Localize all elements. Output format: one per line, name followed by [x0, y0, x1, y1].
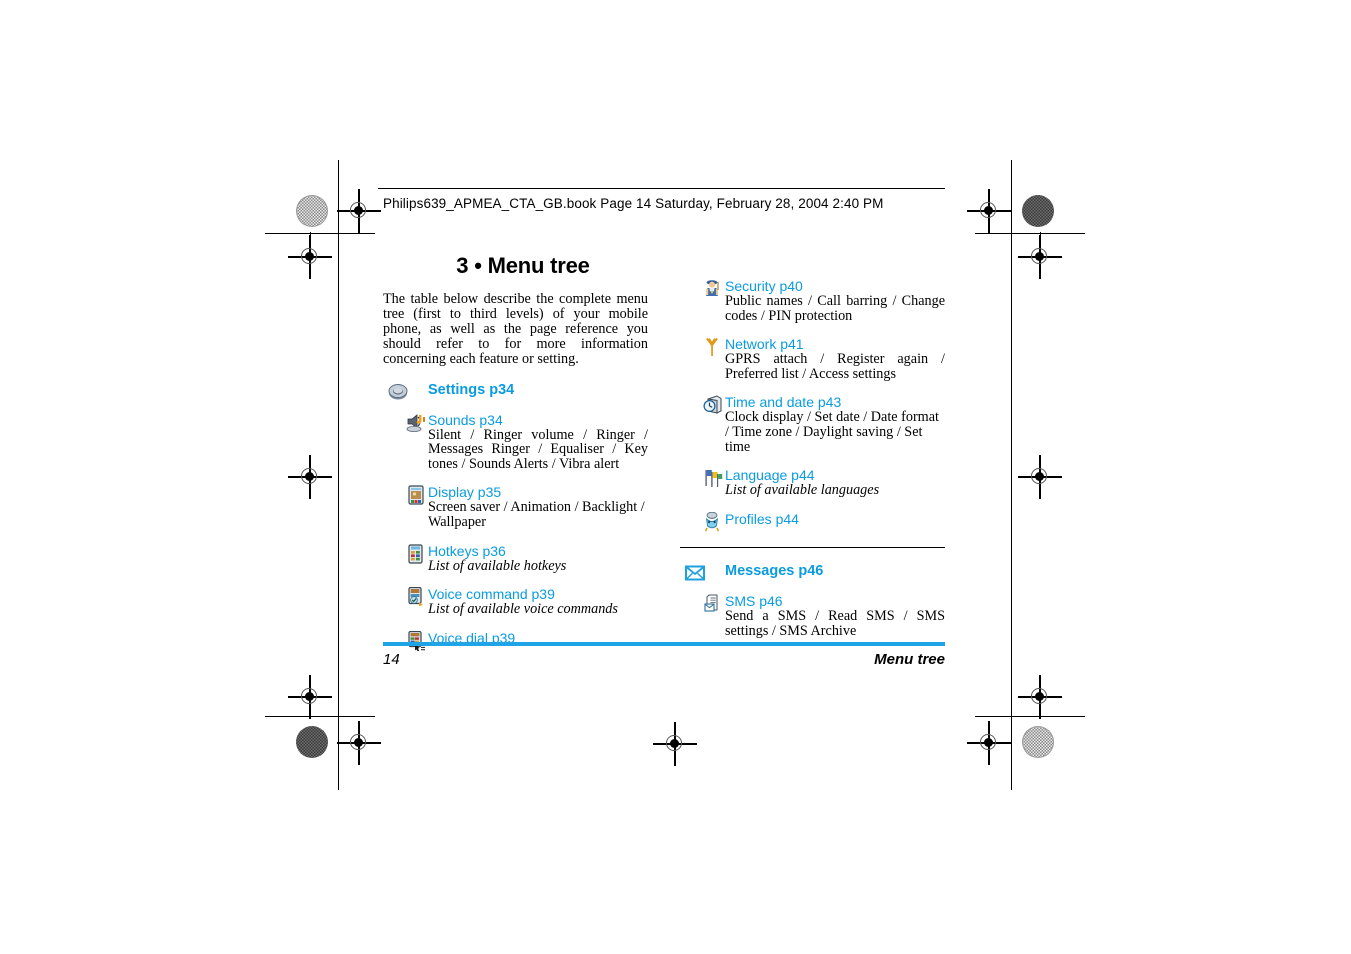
menu-title: Security p40 [725, 278, 803, 294]
trim-line-right-inner2 [1040, 676, 1041, 718]
halftone-patch-bottom-left [296, 726, 328, 758]
display-icon [405, 485, 427, 505]
menu-description: List of available hotkeys [428, 557, 567, 574]
speaker-icon [405, 413, 427, 433]
trim-line-top-right [975, 233, 1085, 234]
security-guard-icon [702, 279, 724, 299]
registration-crosshair-mid-left [288, 455, 332, 499]
menu-description: Public names / Call barring / Change cod… [725, 293, 945, 324]
menu-description: Send a SMS / Read SMS / SMS settings / S… [725, 608, 945, 639]
nut-icon [387, 382, 409, 402]
menu-entry-body: Language p44 List of available languages [725, 467, 945, 498]
trim-line-top-left [265, 233, 375, 234]
menu-title: Sounds p34 [428, 411, 503, 428]
registration-crosshair-top-left-2 [288, 235, 332, 279]
menu-entry-hotkeys[interactable]: Hotkeys p36 List of available hotkeys [383, 543, 648, 574]
page-title: 3 • Menu tree [456, 253, 590, 278]
envelope-icon [684, 563, 706, 583]
hotkeys-icon [405, 543, 427, 564]
trim-line-left-inner2 [310, 455, 311, 499]
registration-crosshair-top-right [967, 189, 1011, 233]
menu-title: Messages p46 [725, 563, 824, 580]
printer-registration-marks [0, 0, 1351, 954]
flags-icon [702, 468, 724, 488]
menu-title: Hotkeys p36 [428, 542, 506, 559]
menu-entry-sms[interactable]: SMS p46 Send a SMS / Read SMS / SMS sett… [680, 593, 945, 638]
menu-entry-body: Network p41 GPRS attach / Register again… [725, 336, 945, 381]
halftone-patch-top-left [296, 195, 328, 227]
trim-line-bottom-left [265, 716, 375, 717]
print-header-text: Philips639_APMEA_CTA_GB.book Page 14 Sat… [383, 196, 884, 211]
menu-title: Time and date p43 [725, 394, 842, 411]
menu-description: GPRS attach / Register again / Preferred… [725, 351, 945, 382]
clock-icon [702, 395, 724, 415]
page-footer: 14 Menu tree [383, 642, 945, 671]
menu-description: List of available languages [725, 482, 880, 499]
menu-title: Language p44 [725, 467, 815, 484]
menu-entry-body: Voice command p39 List of available voic… [428, 586, 648, 617]
registration-crosshair-bottom-right-2 [967, 721, 1011, 765]
menu-entry-voice-command[interactable]: Voice command p39 List of available voic… [383, 586, 648, 617]
menu-entry-body: SMS p46 Send a SMS / Read SMS / SMS sett… [725, 593, 945, 638]
menu-entry-sounds[interactable]: Sounds p34 Silent / Ringer volume / Ring… [383, 412, 648, 472]
antenna-icon [702, 337, 724, 357]
menu-entry-time-and-date[interactable]: Time and date p43 Clock display / Set da… [680, 394, 945, 454]
menu-description: Screen saver / Animation / Backlight / W… [428, 499, 645, 530]
menu-entry-body: Settings p34 [428, 381, 648, 399]
sms-icon [702, 594, 724, 614]
trim-line-left [338, 160, 339, 790]
trim-line-center-bottom [675, 722, 676, 766]
voice-command-icon [405, 586, 427, 607]
menu-description: List of available voice commands [428, 601, 618, 618]
menu-entry-body: Security p40 Public names / Call barring… [725, 278, 945, 323]
halftone-patch-top-right [1022, 195, 1054, 227]
menu-entry-body: Time and date p43 Clock display / Set da… [725, 394, 945, 454]
menu-entry-body: Profiles p44 [725, 511, 945, 527]
menu-title: Display p35 [428, 484, 502, 501]
menu-title: Network p41 [725, 336, 804, 353]
menu-entry-body: Messages p46 [725, 562, 945, 580]
menu-title: SMS p46 [725, 593, 783, 610]
section-divider [680, 546, 945, 549]
registration-crosshair-bottom-right [1018, 675, 1062, 719]
footer-row: 14 Menu tree [383, 651, 945, 671]
menu-title: Profiles p44 [725, 510, 799, 527]
trim-line-right [1011, 160, 1012, 790]
profiles-icon [702, 511, 724, 532]
right-column: Security p40 Public names / Call barring… [680, 265, 945, 639]
menu-entry-body: Sounds p34 Silent / Ringer volume / Ring… [428, 412, 648, 472]
footer-accent-bar [383, 642, 945, 646]
menu-entry-settings[interactable]: Settings p34 [383, 381, 648, 402]
registration-crosshair-mid-right [1018, 455, 1062, 499]
print-header-rule [378, 188, 945, 189]
registration-crosshair-top-left [337, 189, 381, 233]
intro-paragraph: The table below describe the complete me… [383, 291, 648, 367]
menu-description: Clock display / Set date / Date format /… [725, 409, 939, 455]
print-header: Philips639_APMEA_CTA_GB.book Page 14 Sat… [378, 188, 945, 211]
menu-entry-language[interactable]: Language p44 List of available languages [680, 467, 945, 498]
trim-line-right-inner [1040, 232, 1041, 274]
halftone-patch-bottom-right [1022, 726, 1054, 758]
left-column: The table below describe the complete me… [383, 291, 648, 652]
registration-crosshair-bottom-center [653, 722, 697, 766]
registration-crosshair-top-right-2 [1018, 235, 1062, 279]
footer-page-number: 14 [383, 651, 400, 668]
menu-entry-profiles[interactable]: Profiles p44 [680, 511, 945, 532]
registration-crosshair-bottom-left-2 [337, 721, 381, 765]
menu-entry-messages[interactable]: Messages p46 [680, 562, 945, 583]
trim-line-bottom-right [975, 716, 1085, 717]
menu-entry-network[interactable]: Network p41 GPRS attach / Register again… [680, 336, 945, 381]
trim-line-left-inner3 [310, 676, 311, 718]
menu-description: Silent / Ringer volume / Ringer / Messag… [428, 426, 648, 472]
registration-crosshair-bottom-left [288, 675, 332, 719]
menu-entry-body: Hotkeys p36 List of available hotkeys [428, 543, 648, 574]
menu-title: Settings p34 [428, 381, 515, 398]
footer-chapter-name: Menu tree [874, 651, 945, 668]
menu-entry-security[interactable]: Security p40 Public names / Call barring… [680, 278, 945, 323]
menu-entry-body: Display p35 Screen saver / Animation / B… [428, 484, 648, 529]
menu-entry-display[interactable]: Display p35 Screen saver / Animation / B… [383, 484, 648, 529]
trim-line-left-inner [310, 232, 311, 274]
menu-title: Voice command p39 [428, 586, 555, 603]
